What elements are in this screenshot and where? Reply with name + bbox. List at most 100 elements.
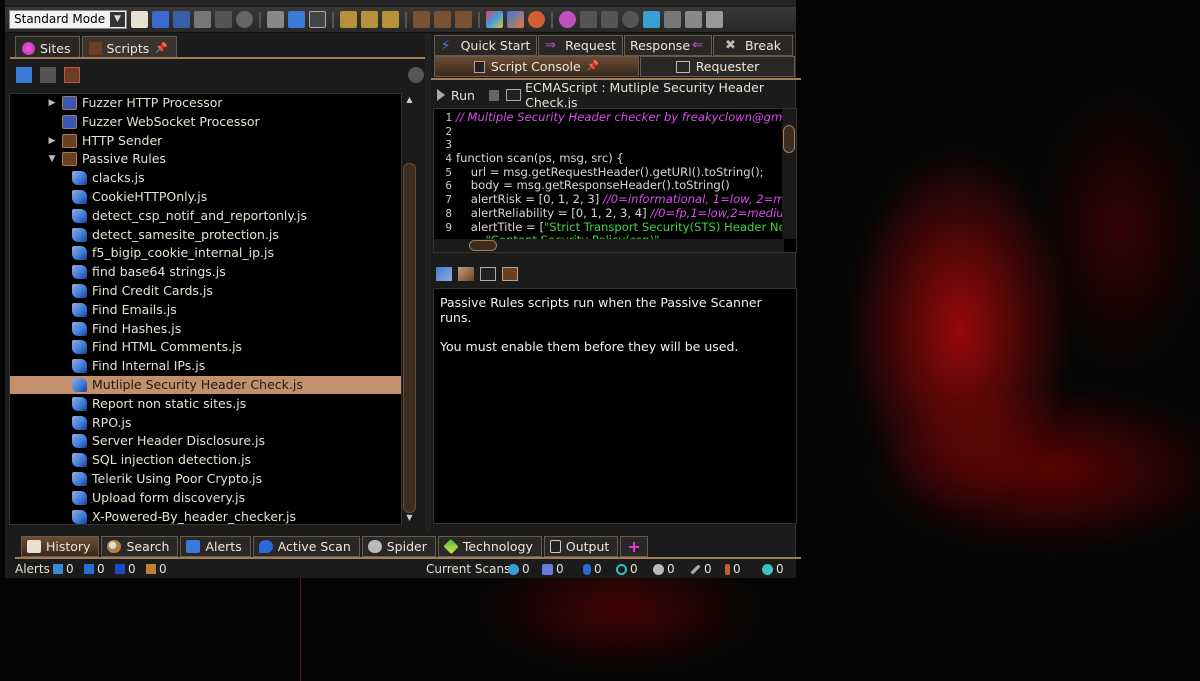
- tree-item[interactable]: RPO.js: [10, 414, 401, 432]
- tree-folder[interactable]: ▼ Passive Rules: [10, 150, 401, 168]
- tab-requester[interactable]: Requester: [640, 56, 795, 77]
- tools-icon[interactable]: [643, 11, 660, 28]
- add-ons-icon[interactable]: [486, 11, 503, 28]
- tree-item[interactable]: Telerik Using Poor Crypto.js: [10, 470, 401, 488]
- tab-history[interactable]: History: [21, 536, 100, 557]
- pin-icon[interactable]: 📌: [587, 61, 599, 72]
- add-tab-button[interactable]: +: [620, 536, 648, 557]
- tree-folder[interactable]: ▶ Fuzzer HTTP Processor: [10, 94, 401, 112]
- tree-item[interactable]: Report non static sites.js: [10, 395, 401, 413]
- tree-item[interactable]: find base64 strings.js: [10, 263, 401, 281]
- chevron-right-icon[interactable]: ▶: [46, 132, 58, 150]
- layout-split-h-icon[interactable]: [361, 11, 378, 28]
- chevron-right-icon[interactable]: ▶: [46, 94, 58, 112]
- tab-request[interactable]: ⇒ Request: [538, 35, 623, 56]
- chevron-up-icon[interactable]: ▲: [404, 95, 415, 105]
- properties-icon[interactable]: [215, 11, 232, 28]
- gear-icon[interactable]: [236, 11, 253, 28]
- tab-sites[interactable]: Sites: [15, 36, 80, 57]
- tab-scripts[interactable]: Scripts 📌: [81, 36, 177, 57]
- panel-layout-2-icon[interactable]: [434, 11, 451, 28]
- tree-item[interactable]: CookieHTTPOnly.js: [10, 188, 401, 206]
- console-icon[interactable]: [309, 11, 326, 28]
- gear-icon[interactable]: [408, 67, 424, 83]
- new-script-icon[interactable]: [64, 67, 80, 83]
- tab-alerts[interactable]: Alerts: [180, 536, 251, 557]
- play-icon[interactable]: [437, 89, 445, 101]
- tab-break[interactable]: ✖ Break: [713, 35, 793, 56]
- tree-item[interactable]: Find Emails.js: [10, 301, 401, 319]
- tree-item[interactable]: Mutliple Security Header Check.js: [10, 376, 401, 394]
- panel-layout-1-icon[interactable]: [413, 11, 430, 28]
- tab-quick-start[interactable]: ⚡ Quick Start: [434, 35, 537, 56]
- mode-select[interactable]: Standard Mode ▼: [9, 10, 127, 29]
- layout-split-v-icon[interactable]: [382, 11, 399, 28]
- clear-console-icon[interactable]: [436, 267, 452, 281]
- show-tab-icon[interactable]: [288, 11, 305, 28]
- drop-icon[interactable]: [622, 11, 639, 28]
- vertical-splitter[interactable]: [425, 34, 431, 531]
- marketplace-icon[interactable]: [507, 11, 524, 28]
- scan-count[interactable]: 0: [583, 561, 602, 577]
- stop-icon[interactable]: [488, 89, 500, 101]
- scripts-tree[interactable]: ▶ Fuzzer HTTP Processor Fuzzer WebSocket P…: [9, 93, 402, 525]
- alert-count-info[interactable]: 0: [146, 561, 167, 577]
- continue-icon[interactable]: [601, 11, 618, 28]
- run-button[interactable]: Run: [451, 88, 475, 103]
- scroll-thumb[interactable]: [403, 163, 416, 513]
- tree-item[interactable]: Find Credit Cards.js: [10, 282, 401, 300]
- chevron-down-icon[interactable]: ▼: [46, 150, 58, 168]
- tab-active-scan[interactable]: Active Scan: [252, 536, 360, 557]
- tree-item[interactable]: SQL injection detection.js: [10, 451, 401, 469]
- scope-icon[interactable]: [267, 11, 284, 28]
- tree-item[interactable]: Upload form discovery.js: [10, 489, 401, 507]
- editor-vertical-scrollbar[interactable]: [782, 109, 796, 239]
- panel-layout-3-icon[interactable]: [455, 11, 472, 28]
- scroll-thumb[interactable]: [783, 125, 795, 153]
- save-session-icon[interactable]: [173, 11, 190, 28]
- save-script-icon[interactable]: [40, 67, 56, 83]
- terminal-icon[interactable]: [480, 267, 496, 281]
- tree-item[interactable]: X-Powered-By_header_checker.js: [10, 508, 401, 524]
- chevron-down-icon[interactable]: ▼: [404, 513, 415, 523]
- scan-count[interactable]: 0: [508, 561, 530, 577]
- scroll-icon[interactable]: [502, 267, 518, 281]
- tab-search[interactable]: Search: [101, 536, 179, 557]
- scan-count[interactable]: 0: [762, 561, 784, 577]
- alert-count-low[interactable]: 0: [115, 561, 136, 577]
- tree-item[interactable]: Find HTML Comments.js: [10, 338, 401, 356]
- pin-icon[interactable]: [528, 11, 545, 28]
- tab-spider[interactable]: Spider: [361, 536, 436, 557]
- alert-count-medium[interactable]: 0: [84, 561, 105, 577]
- tree-item[interactable]: clacks.js: [10, 169, 401, 187]
- tree-folder[interactable]: ▶ HTTP Sender: [10, 132, 401, 150]
- scan-count[interactable]: 0: [542, 561, 564, 577]
- tab-output[interactable]: Output: [543, 536, 619, 557]
- scan-count[interactable]: 0: [690, 561, 712, 577]
- load-script-icon[interactable]: [16, 67, 32, 83]
- editor-horizontal-scrollbar[interactable]: [434, 239, 784, 252]
- scan-count[interactable]: 0: [725, 561, 741, 577]
- tree-item[interactable]: Find Hashes.js: [10, 320, 401, 338]
- pin-icon[interactable]: 📌: [155, 43, 167, 54]
- code-area[interactable]: // Multiple Security Header checker by f…: [456, 110, 796, 240]
- clear-script-icon[interactable]: [458, 267, 474, 281]
- tree-folder[interactable]: Fuzzer WebSocket Processor: [10, 113, 401, 131]
- tree-item[interactable]: detect_samesite_protection.js: [10, 226, 401, 244]
- script-editor[interactable]: 123456789 // Multiple Security Header ch…: [433, 108, 797, 253]
- scan-count[interactable]: 0: [653, 561, 675, 577]
- scroll-thumb[interactable]: [469, 240, 497, 251]
- open-session-icon[interactable]: [152, 11, 169, 28]
- tree-scrollbar[interactable]: ▲ ▼: [402, 93, 417, 525]
- tree-item[interactable]: detect_csp_notif_and_reportonly.js: [10, 207, 401, 225]
- layout-full-icon[interactable]: [340, 11, 357, 28]
- tab-response[interactable]: Response ⇐: [624, 35, 712, 56]
- tree-item[interactable]: Server Header Disclosure.js: [10, 432, 401, 450]
- chevron-down-icon[interactable]: ▼: [110, 12, 125, 27]
- step-icon[interactable]: [580, 11, 597, 28]
- break-all-icon[interactable]: [559, 11, 576, 28]
- tab-technology[interactable]: Technology: [437, 536, 542, 557]
- tree-item[interactable]: Find Internal IPs.js: [10, 357, 401, 375]
- alert-count-high[interactable]: 0: [53, 561, 74, 577]
- tab-script-console[interactable]: Script Console 📌: [434, 56, 639, 77]
